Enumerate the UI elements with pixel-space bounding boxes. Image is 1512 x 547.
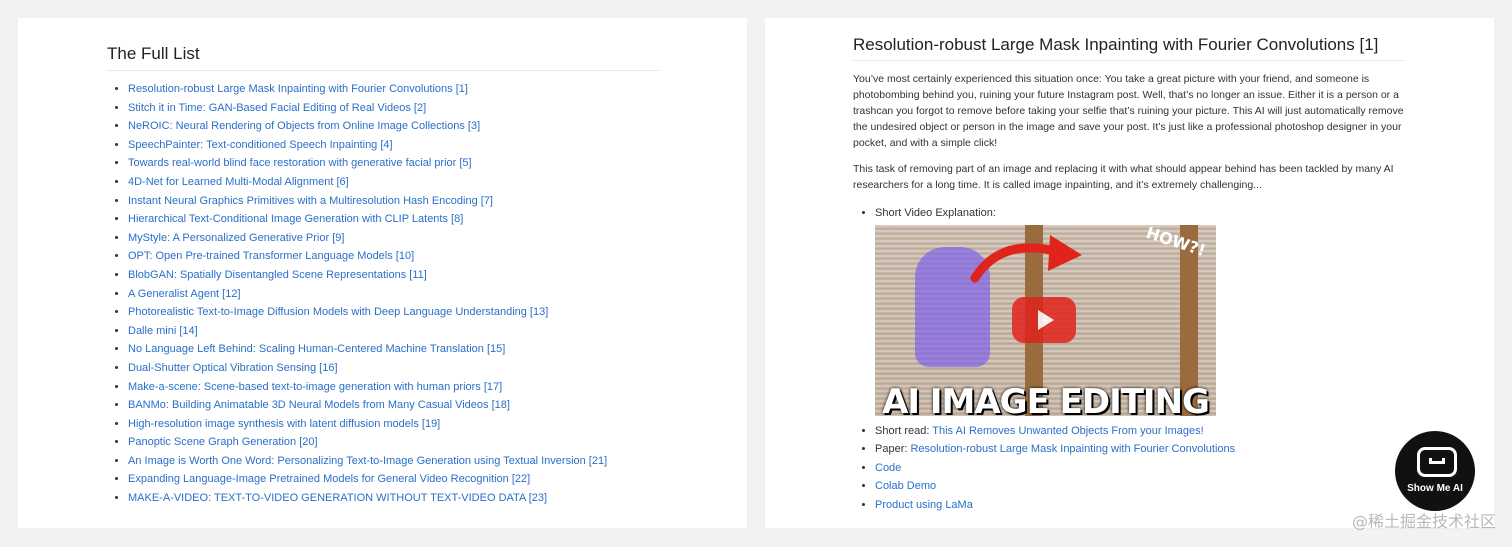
paper-link-21[interactable]: An Image is Worth One Word: Personalizin… [128,455,607,467]
video-label: Short Video Explanation: [875,207,996,219]
paper-link-4[interactable]: SpeechPainter: Text-conditioned Speech I… [128,139,393,151]
list-item: Product using LaMa [875,496,1235,515]
list-item: NeROIC: Neural Rendering of Objects from… [128,117,607,136]
list-item: Make-a-scene: Scene-based text-to-image … [128,378,607,397]
list-item: Colab Demo [875,477,1235,496]
list-item: A Generalist Agent [12] [128,285,607,304]
watermark: @稀土掘金技术社区 [1351,512,1496,531]
video-thumbnail[interactable]: HOW?! AI IMAGE EDITING [875,224,1216,416]
list-item: Expanding Language-Image Pretrained Mode… [128,470,607,489]
list-item: Photorealistic Text-to-Image Diffusion M… [128,303,607,322]
thumbnail-caption: AI IMAGE EDITING [882,382,1210,416]
list-item: No Language Left Behind: Scaling Human-C… [128,340,607,359]
paper-link-22[interactable]: Expanding Language-Image Pretrained Mode… [128,473,530,485]
list-item: OPT: Open Pre-trained Transformer Langua… [128,247,607,266]
list-item: Paper: Resolution-robust Large Mask Inpa… [875,440,1235,459]
paper-link-14[interactable]: Dalle mini [14] [128,325,198,337]
paper-link-10[interactable]: OPT: Open Pre-trained Transformer Langua… [128,250,414,262]
list-item: Panoptic Scene Graph Generation [20] [128,433,607,452]
paper-link-7[interactable]: Instant Neural Graphics Primitives with … [128,195,493,207]
intro-paragraph: You’ve most certainly experienced this s… [853,73,1404,149]
list-item: High-resolution image synthesis with lat… [128,415,607,434]
paper-link-11[interactable]: BlobGAN: Spatially Disentangled Scene Re… [128,269,427,281]
list-item: Dual-Shutter Optical Vibration Sensing [… [128,359,607,378]
list-item: Short read: This AI Removes Unwanted Obj… [875,422,1235,441]
list-item: Hierarchical Text-Conditional Image Gene… [128,210,607,229]
list-item: SpeechPainter: Text-conditioned Speech I… [128,136,607,155]
list-item: Short Video Explanation: HOW?! AI IMAGE … [875,204,1235,416]
list-item: MyStyle: A Personalized Generative Prior… [128,229,607,248]
list-item: Resolution-robust Large Mask Inpainting … [128,80,607,99]
paper-list: Resolution-robust Large Mask Inpainting … [108,80,607,508]
list-item: BANMo: Building Animatable 3D Neural Mod… [128,396,607,415]
paper-link-16[interactable]: Dual-Shutter Optical Vibration Sensing [… [128,362,338,374]
paper-link-8[interactable]: Hierarchical Text-Conditional Image Gene… [128,213,463,225]
list-item: Instant Neural Graphics Primitives with … [128,192,607,211]
paper-link-12[interactable]: A Generalist Agent [12] [128,288,241,300]
paper-label: Paper: [875,443,911,456]
paper-link-1[interactable]: Resolution-robust Large Mask Inpainting … [128,83,468,95]
paper-link-19[interactable]: High-resolution image synthesis with lat… [128,418,440,430]
list-item: Dalle mini [14] [128,322,607,341]
article-panel: Resolution-robust Large Mask Inpainting … [765,18,1494,528]
paper-link-13[interactable]: Photorealistic Text-to-Image Diffusion M… [128,306,548,318]
code-link[interactable]: Code [875,462,901,474]
list-item: 4D-Net for Learned Multi-Modal Alignment… [128,173,607,192]
article-title: Resolution-robust Large Mask Inpainting … [853,35,1405,61]
list-item: MAKE-A-VIDEO: TEXT-TO-VIDEO GENERATION W… [128,489,607,508]
paper-link-6[interactable]: 4D-Net for Learned Multi-Modal Alignment… [128,176,349,188]
full-list-panel: The Full List Resolution-robust Large Ma… [18,18,747,528]
full-list-heading: The Full List [107,44,659,71]
paper-link-3[interactable]: NeROIC: Neural Rendering of Objects from… [128,120,480,132]
show-me-ai-badge: Show Me AI [1395,431,1475,511]
paper-link-9[interactable]: MyStyle: A Personalized Generative Prior… [128,232,344,244]
list-item: BlobGAN: Spatially Disentangled Scene Re… [128,266,607,285]
list-item: Stitch it in Time: GAN-Based Facial Edit… [128,99,607,118]
paper-link-2[interactable]: Stitch it in Time: GAN-Based Facial Edit… [128,102,426,114]
list-item: Code [875,459,1235,478]
paper-link-15[interactable]: No Language Left Behind: Scaling Human-C… [128,343,505,355]
red-arrow-icon [970,234,1082,283]
paper-link-18[interactable]: BANMo: Building Animatable 3D Neural Mod… [128,399,510,411]
youtube-play-icon[interactable] [1012,296,1076,343]
product-link[interactable]: Product using LaMa [875,499,973,511]
description-paragraph: This task of removing part of an image a… [853,163,1394,191]
list-item: An Image is Worth One Word: Personalizin… [128,452,607,471]
robot-face-icon [1417,447,1457,477]
short-read-link[interactable]: This AI Removes Unwanted Objects From yo… [932,425,1203,437]
short-read-label: Short read: [875,424,933,437]
paper-link-17[interactable]: Make-a-scene: Scene-based text-to-image … [128,381,502,393]
resource-list: Short Video Explanation: HOW?! AI IMAGE … [855,204,1235,515]
colab-demo-link[interactable]: Colab Demo [875,480,936,492]
paper-link-23[interactable]: MAKE-A-VIDEO: TEXT-TO-VIDEO GENERATION W… [128,492,547,504]
paper-link-5[interactable]: Towards real-world blind face restoratio… [128,157,472,169]
paper-link-20[interactable]: Panoptic Scene Graph Generation [20] [128,436,318,448]
list-item: Towards real-world blind face restoratio… [128,154,607,173]
paper-link[interactable]: Resolution-robust Large Mask Inpainting … [910,443,1235,455]
badge-text: Show Me AI [1407,483,1463,494]
